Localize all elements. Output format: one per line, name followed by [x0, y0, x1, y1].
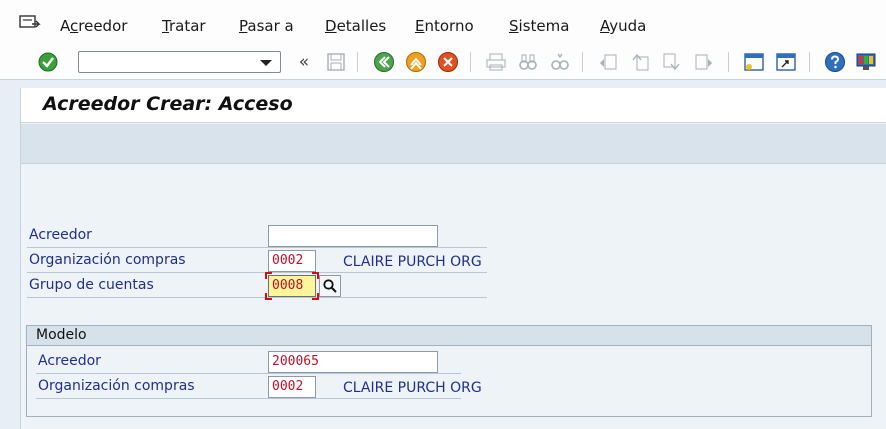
modelo-acreedor-label: Acreedor	[38, 353, 101, 369]
first-page-icon	[597, 51, 619, 73]
application-toolbar	[21, 124, 886, 164]
new-session-icon[interactable]	[743, 51, 765, 73]
search-help-button[interactable]	[319, 275, 341, 297]
last-page-icon	[693, 51, 715, 73]
find-next-icon	[549, 51, 571, 73]
exit-icon[interactable]	[405, 51, 427, 73]
back-icon[interactable]	[373, 51, 395, 73]
org-compras-input[interactable]: 0002	[268, 250, 316, 272]
menu-bar: Acreedor Tratar Pasar a Detalles Entorno…	[0, 0, 886, 44]
org-compras-description: CLAIRE PURCH ORG	[343, 254, 482, 270]
modelo-acreedor-input[interactable]: 200065	[268, 351, 438, 373]
find-icon	[517, 51, 539, 73]
page-title: Acreedor Crear: Acceso	[43, 93, 293, 115]
menu-ayuda[interactable]: Ayuda	[600, 17, 646, 35]
next-page-icon	[661, 51, 683, 73]
modelo-group: Modelo Acreedor 200065 Organización comp…	[26, 325, 872, 417]
grupo-cuentas-label: Grupo de cuentas	[29, 277, 154, 293]
modelo-org-input[interactable]: 0002	[268, 376, 316, 398]
shortcut-icon[interactable]	[775, 51, 797, 73]
cancel-icon[interactable]	[437, 51, 459, 73]
acreedor-input[interactable]	[268, 225, 438, 247]
save-icon	[325, 51, 347, 73]
toolbar-separator	[728, 52, 729, 72]
toolbar-separator	[470, 52, 471, 72]
standard-toolbar: «	[0, 44, 886, 80]
menu-tratar[interactable]: Tratar	[162, 17, 206, 35]
enter-check-icon[interactable]	[37, 51, 59, 73]
grupo-cuentas-input[interactable]: 0008	[268, 275, 316, 297]
search-icon	[323, 279, 337, 293]
modelo-org-label: Organización compras	[38, 378, 195, 394]
title-bar: Acreedor Crear: Acceso	[21, 88, 886, 123]
screen-content: Acreedor Crear: Acceso Acreedor Organiza…	[20, 88, 886, 429]
menu-entorno[interactable]: Entorno	[415, 17, 474, 35]
customize-layout-icon[interactable]	[855, 51, 877, 73]
toolbar-separator	[582, 52, 583, 72]
previous-page-icon	[629, 51, 651, 73]
command-field[interactable]	[78, 51, 281, 73]
acreedor-label: Acreedor	[29, 227, 92, 243]
collapse-toolbar-icon[interactable]: «	[293, 51, 315, 73]
menu-acreedor[interactable]: Acreedor	[60, 17, 127, 35]
modelo-group-title: Modelo	[36, 327, 87, 343]
help-icon[interactable]	[824, 51, 846, 73]
toolbar-separator	[809, 52, 810, 72]
menu-detalles[interactable]: Detalles	[325, 17, 386, 35]
toolbar-separator	[357, 52, 358, 72]
chevron-down-icon[interactable]	[260, 60, 272, 66]
menu-sistema[interactable]: Sistema	[509, 17, 569, 35]
print-icon	[485, 51, 507, 73]
modelo-group-header: Modelo	[27, 326, 871, 346]
org-compras-label: Organización compras	[29, 252, 186, 268]
grupo-cuentas-row: Grupo de cuentas	[27, 274, 487, 298]
menu-toggle-icon[interactable]	[19, 15, 41, 31]
menu-pasar-a[interactable]: Pasar a	[239, 17, 294, 35]
modelo-org-description: CLAIRE PURCH ORG	[343, 380, 482, 396]
